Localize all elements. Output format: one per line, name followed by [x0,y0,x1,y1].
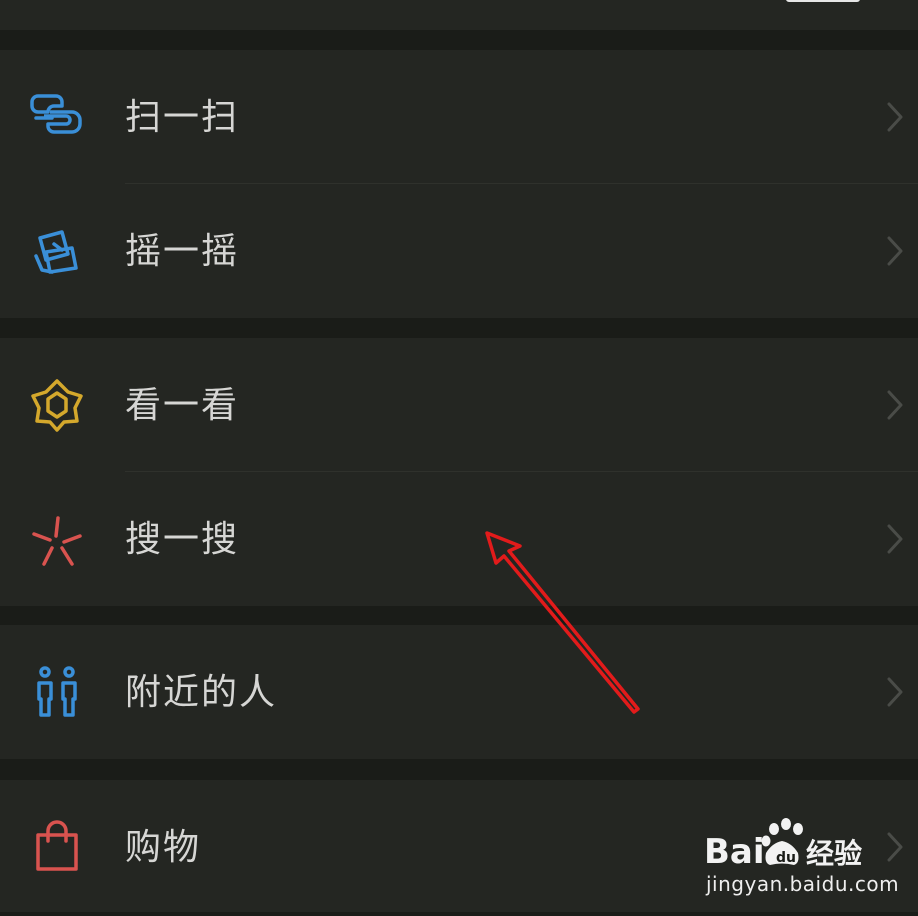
menu-item-label: 扫一扫 [125,97,240,138]
group-stories-search: 看一看 搜一搜 [0,338,918,606]
menu-item-label: 附近的人 [125,672,278,713]
shake-icon [34,230,78,274]
discover-page: 扫一扫 摇一摇 看一看 搜一搜 附近的人 购物 Bai 经验 du jingya… [0,0,918,916]
menu-item-shake[interactable]: 摇一摇 [0,184,918,318]
previous-group-partial [0,0,918,30]
group-people-nearby: 附近的人 [0,625,918,759]
menu-item-people-nearby[interactable]: 附近的人 [0,625,918,759]
group-scan-shake: 扫一扫 摇一摇 [0,50,918,318]
partial-pill [786,0,860,2]
shopping-bag-icon [36,820,78,871]
chevron-right-icon [887,390,903,420]
people-nearby-icon [37,666,77,717]
svg-text:经验: 经验 [806,837,862,870]
chevron-right-icon [887,236,903,266]
menu-item-top-stories[interactable]: 看一看 [0,338,918,472]
menu-item-label: 购物 [125,827,202,868]
chevron-right-icon [887,677,903,707]
chevron-right-icon [887,524,903,554]
menu-item-scan[interactable]: 扫一扫 [0,50,918,184]
svg-text:du: du [776,850,796,866]
top-stories-icon [31,379,83,432]
menu-item-search[interactable]: 搜一搜 [0,472,918,606]
watermark-url: jingyan.baidu.com [706,872,900,896]
scan-icon [30,94,82,134]
chevron-right-icon [887,102,903,132]
menu-item-label: 摇一摇 [125,231,240,272]
search-icon [32,516,82,566]
chevron-right-icon [887,832,903,862]
menu-item-label: 搜一搜 [125,519,240,560]
menu-item-label: 看一看 [125,385,240,426]
svg-text:Bai: Bai [704,832,765,872]
